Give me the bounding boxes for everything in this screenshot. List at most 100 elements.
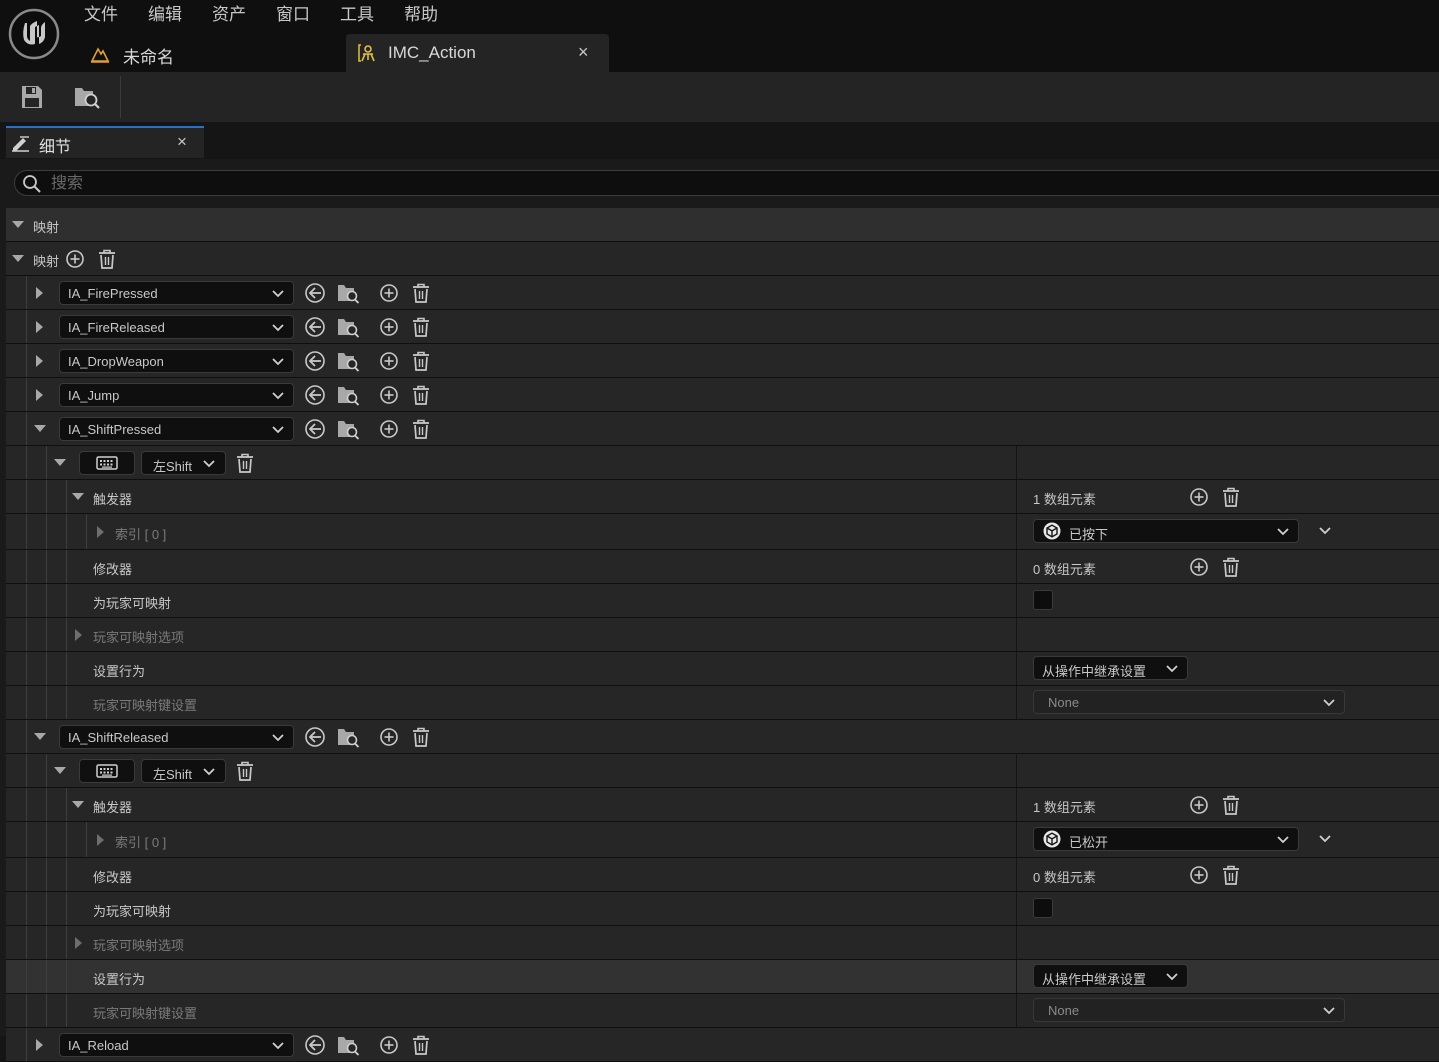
collapse-arrow-icon[interactable] xyxy=(36,321,43,333)
menu-tools[interactable]: 工具 xyxy=(340,4,374,26)
setting-behavior-dropdown[interactable]: 从操作中继承设置 xyxy=(1033,656,1188,680)
close-details-icon[interactable]: × xyxy=(177,132,187,152)
indent-guide xyxy=(26,686,27,719)
input-action-picker[interactable]: IA_FireReleased xyxy=(59,315,294,339)
browse-asset-icon[interactable] xyxy=(336,726,360,748)
expand-trigger-icon[interactable] xyxy=(1318,526,1332,536)
use-selected-asset-icon[interactable] xyxy=(304,726,326,748)
search-bar[interactable] xyxy=(14,170,1439,196)
use-selected-asset-icon[interactable] xyxy=(304,384,326,406)
expand-arrow-icon[interactable] xyxy=(72,801,84,808)
delete-mapping-icon[interactable] xyxy=(412,317,430,337)
delete-key-icon[interactable] xyxy=(236,453,254,473)
browse-asset-icon[interactable] xyxy=(336,1034,360,1056)
modifiers-row: 修改器 0 数组元素 xyxy=(6,858,1439,892)
insert-mapping-icon[interactable] xyxy=(379,419,399,439)
use-selected-asset-icon[interactable] xyxy=(304,418,326,440)
tab-level[interactable]: 未命名 xyxy=(82,36,342,72)
key-selector-button[interactable] xyxy=(79,759,135,783)
key-settings-dropdown[interactable]: None xyxy=(1033,998,1345,1022)
clear-triggers-icon[interactable] xyxy=(1222,795,1240,815)
delete-mapping-icon[interactable] xyxy=(412,385,430,405)
key-selector-button[interactable] xyxy=(79,451,135,475)
trigger-type-dropdown[interactable]: 已松开 xyxy=(1033,827,1299,851)
browse-asset-icon[interactable] xyxy=(336,350,360,372)
tab-details[interactable]: 细节 × xyxy=(6,126,204,158)
use-selected-asset-icon[interactable] xyxy=(304,1034,326,1056)
collapse-arrow-icon[interactable] xyxy=(36,1039,43,1051)
delete-mapping-icon[interactable] xyxy=(412,727,430,747)
expand-arrow-icon[interactable] xyxy=(54,459,66,466)
insert-mapping-icon[interactable] xyxy=(379,317,399,337)
add-modifier-icon[interactable] xyxy=(1189,557,1209,577)
delete-mapping-icon[interactable] xyxy=(412,283,430,303)
indent-guide xyxy=(26,926,27,959)
browse-asset-icon[interactable] xyxy=(336,282,360,304)
tab-imc-action[interactable]: IMC_Action × xyxy=(346,34,609,72)
player-mappable-checkbox[interactable] xyxy=(1033,898,1053,918)
key-dropdown[interactable]: 左Shift xyxy=(141,759,226,783)
menu-window[interactable]: 窗口 xyxy=(276,4,310,26)
collapse-arrow-icon[interactable] xyxy=(75,937,82,949)
input-action-picker[interactable]: IA_ShiftPressed xyxy=(59,417,294,441)
expand-arrow-icon[interactable] xyxy=(34,425,46,432)
clear-modifiers-icon[interactable] xyxy=(1222,865,1240,885)
collapse-arrow-icon[interactable] xyxy=(75,629,82,641)
collapse-arrow-icon[interactable] xyxy=(97,834,104,846)
input-action-picker[interactable]: IA_DropWeapon xyxy=(59,349,294,373)
browse-asset-icon[interactable] xyxy=(336,316,360,338)
save-icon[interactable] xyxy=(20,84,44,110)
collapse-arrow-icon[interactable] xyxy=(36,389,43,401)
chevron-down-icon xyxy=(271,425,285,435)
insert-mapping-icon[interactable] xyxy=(379,385,399,405)
expand-arrow-icon[interactable] xyxy=(12,221,24,228)
menu-help[interactable]: 帮助 xyxy=(404,4,438,26)
player-mappable-label: 为玩家可映射 xyxy=(93,904,172,919)
expand-trigger-icon[interactable] xyxy=(1318,834,1332,844)
collapse-arrow-icon[interactable] xyxy=(36,287,43,299)
setting-behavior-dropdown[interactable]: 从操作中继承设置 xyxy=(1033,964,1188,988)
expand-arrow-icon[interactable] xyxy=(34,733,46,740)
expand-arrow-icon[interactable] xyxy=(54,767,66,774)
menu-assets[interactable]: 资产 xyxy=(212,4,246,26)
add-mapping-icon[interactable] xyxy=(65,249,85,269)
clear-mappings-icon[interactable] xyxy=(98,249,116,269)
insert-mapping-icon[interactable] xyxy=(379,1035,399,1055)
menu-edit[interactable]: 编辑 xyxy=(148,4,182,26)
key-settings-dropdown[interactable]: None xyxy=(1033,690,1345,714)
insert-mapping-icon[interactable] xyxy=(379,727,399,747)
browse-asset-icon[interactable] xyxy=(336,418,360,440)
trigger-type-dropdown[interactable]: 已按下 xyxy=(1033,519,1299,543)
delete-mapping-icon[interactable] xyxy=(412,419,430,439)
expand-arrow-icon[interactable] xyxy=(12,255,24,262)
key-binding-row: 左Shift xyxy=(6,754,1439,788)
add-trigger-icon[interactable] xyxy=(1189,795,1209,815)
input-action-picker[interactable]: IA_ShiftReleased xyxy=(59,725,294,749)
search-input[interactable] xyxy=(49,173,1053,195)
close-tab-icon[interactable]: × xyxy=(578,42,589,63)
use-selected-asset-icon[interactable] xyxy=(304,282,326,304)
menu-file[interactable]: 文件 xyxy=(84,4,118,26)
input-action-picker[interactable]: IA_FirePressed xyxy=(59,281,294,305)
use-selected-asset-icon[interactable] xyxy=(304,350,326,372)
clear-triggers-icon[interactable] xyxy=(1222,487,1240,507)
collapse-arrow-icon[interactable] xyxy=(97,526,104,538)
delete-mapping-icon[interactable] xyxy=(412,351,430,371)
expand-arrow-icon[interactable] xyxy=(72,493,84,500)
add-trigger-icon[interactable] xyxy=(1189,487,1209,507)
add-modifier-icon[interactable] xyxy=(1189,865,1209,885)
collapse-arrow-icon[interactable] xyxy=(36,355,43,367)
insert-mapping-icon[interactable] xyxy=(379,351,399,371)
input-action-picker[interactable]: IA_Jump xyxy=(59,383,294,407)
insert-mapping-icon[interactable] xyxy=(379,283,399,303)
player-mappable-checkbox[interactable] xyxy=(1033,590,1053,610)
browse-asset-icon[interactable] xyxy=(336,384,360,406)
unreal-logo-icon[interactable] xyxy=(8,8,60,60)
clear-modifiers-icon[interactable] xyxy=(1222,557,1240,577)
key-dropdown[interactable]: 左Shift xyxy=(141,451,226,475)
input-action-picker[interactable]: IA_Reload xyxy=(59,1033,294,1057)
use-selected-asset-icon[interactable] xyxy=(304,316,326,338)
delete-key-icon[interactable] xyxy=(236,761,254,781)
delete-mapping-icon[interactable] xyxy=(412,1035,430,1055)
browse-to-asset-icon[interactable] xyxy=(73,84,101,110)
